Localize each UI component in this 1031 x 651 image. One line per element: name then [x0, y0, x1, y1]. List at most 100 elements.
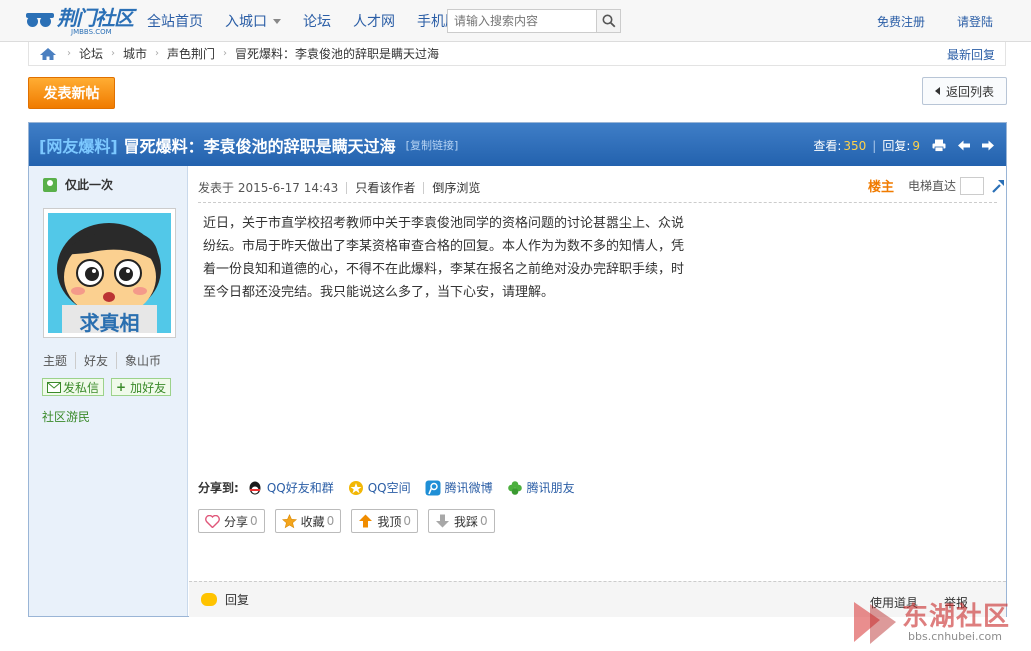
logo-subtext: JMBBS.COM [71, 28, 112, 36]
upvote-button-label: 我顶 [377, 514, 402, 529]
thumbs-down-arrow-icon [435, 514, 450, 528]
author-name[interactable]: 仅此一次 [65, 176, 113, 193]
top-bar: 荆门社区 JMBBS.COM 全站首页 入城口 论坛 人才网 手机版 免费注册 … [0, 0, 1031, 42]
avatar[interactable]: 求真相 [43, 208, 176, 338]
only-author-link[interactable]: 只看该作者 [355, 179, 415, 196]
search-button[interactable] [596, 10, 620, 32]
watermark: 东湖社区 bbs.cnhubei.com [850, 596, 1030, 651]
nav-home[interactable]: 全站首页 [147, 11, 203, 31]
nav-forum[interactable]: 论坛 [303, 11, 331, 31]
author-sidebar: 仅此一次 求真相 主题 好友 象山币 发私信 + 加好友 社区游民 [29, 166, 188, 616]
author-status: 仅此一次 [43, 176, 113, 193]
send-message-button[interactable]: 发私信 [42, 378, 105, 396]
post-content: 近日，关于市直学校招考教师中关于李袁俊池同学的资格问题的讨论甚嚣尘上、众说 纷纭… [203, 212, 723, 304]
logo-mark-icon [26, 11, 54, 31]
share-label: 分享到: [198, 481, 239, 495]
breadcrumb-city[interactable]: 城市 [123, 45, 147, 62]
add-friend-button[interactable]: + 加好友 [111, 378, 172, 396]
favorite-button[interactable]: 收藏 0 [274, 509, 342, 533]
copy-link-button[interactable]: [复制链接] [406, 137, 459, 153]
latest-replies-link[interactable]: 最新回复 [947, 46, 995, 63]
reverse-order-link[interactable]: 倒序浏览 [432, 179, 480, 196]
thread-title: 冒死爆料：李袁俊池的辞职是瞒天过海 [123, 136, 396, 156]
favorite-count: 0 [326, 514, 335, 528]
share-button[interactable]: 分享 0 [198, 509, 265, 533]
thread-panel: [网友爆料] 冒死爆料：李袁俊池的辞职是瞒天过海 [复制链接] 查看: 350 … [28, 122, 1007, 617]
nav-city-label: 入城口 [225, 14, 267, 30]
floor-label: 楼主 [867, 180, 894, 195]
upvote-button[interactable]: 我顶 0 [351, 509, 418, 533]
breadcrumb-thread[interactable]: 冒死爆料：李袁俊池的辞职是瞒天过海 [235, 45, 439, 62]
share-tencent-weibo[interactable]: 腾讯微博 [425, 479, 493, 496]
thread-stats: 查看: 350 | 回复: 9 [813, 137, 994, 154]
thread-title-bar: [网友爆料] 冒死爆料：李袁俊池的辞职是瞒天过海 [复制链接] 查看: 350 … [29, 123, 1006, 166]
downvote-button-label: 我踩 [453, 514, 478, 529]
new-post-button[interactable]: 发表新帖 [28, 77, 115, 109]
post-timestamp: 发表于 2015-6-17 14:43 [198, 181, 339, 195]
thread-tag[interactable]: [网友爆料] [39, 133, 118, 157]
site-logo[interactable]: 荆门社区 JMBBS.COM [26, 6, 134, 36]
search-input[interactable] [448, 10, 596, 32]
prev-thread-icon[interactable] [958, 140, 970, 151]
search-icon [602, 14, 615, 28]
reply-bubble-icon [201, 593, 217, 606]
arrow-left-icon [934, 87, 940, 95]
breadcrumb-forum[interactable]: 论坛 [79, 45, 103, 62]
login-link[interactable]: 请登陆 [957, 13, 993, 30]
views-count: 350 [843, 138, 867, 153]
main-nav: 全站首页 入城口 论坛 人才网 手机版 [147, 0, 481, 42]
watermark-text: 东湖社区 [902, 602, 1011, 632]
post-line: 纷纭。市局于昨天做出了李某资格审查合格的回复。本人作为为数不多的知情人，凭 [203, 239, 685, 254]
home-icon[interactable] [39, 47, 57, 61]
replies-count: 9 [912, 138, 920, 153]
thumbs-up-arrow-icon [358, 514, 373, 528]
stats-divider: | [872, 138, 877, 153]
author-stats: 主题 好友 象山币 [43, 352, 169, 369]
reply-link[interactable]: 回复 [225, 591, 249, 608]
jump-to-floor-label: 电梯直达 [907, 179, 956, 193]
jump-to-floor-input[interactable] [960, 176, 984, 195]
favorite-button-label: 收藏 [300, 514, 325, 529]
watermark-logo-icon [854, 602, 896, 644]
heart-icon [205, 514, 220, 528]
register-link[interactable]: 免费注册 [877, 13, 925, 30]
nav-city-entrance[interactable]: 入城口 [225, 11, 281, 31]
tencent-weibo-icon [425, 480, 441, 495]
logo-text: 荆门社区 [57, 6, 134, 30]
go-icon[interactable] [990, 178, 1006, 194]
print-icon[interactable] [932, 139, 946, 152]
share-qq-friends[interactable]: QQ好友和群 [247, 479, 334, 496]
breadcrumb-separator-icon: › [155, 48, 160, 59]
post-line: 至今日都还没完结。我只能说这么多了，当下心安，请理解。 [203, 285, 555, 300]
share-tencent-friends[interactable]: 腾讯朋友 [507, 479, 575, 496]
author-stat-friends[interactable]: 好友 [75, 352, 116, 369]
share-qzone[interactable]: QQ空间 [348, 479, 411, 496]
share-tencent-friends-label: 腾讯朋友 [526, 481, 575, 495]
post-meta: 发表于 2015-6-17 14:43 只看该作者 倒序浏览 [198, 179, 480, 196]
breadcrumb-separator-icon: › [223, 48, 228, 59]
author-stat-topics[interactable]: 主题 [43, 352, 75, 369]
nav-jobs[interactable]: 人才网 [353, 11, 395, 31]
user-group[interactable]: 社区游民 [42, 408, 90, 425]
watermark-url: bbs.cnhubei.com [908, 630, 1002, 643]
author-stat-coins[interactable]: 象山币 [116, 352, 169, 369]
back-to-list-button[interactable]: 返回列表 [922, 77, 1007, 105]
post-floor-bar: 楼主 电梯直达 [868, 176, 1006, 195]
breadcrumb-board[interactable]: 声色荆门 [167, 45, 215, 62]
send-message-label: 发私信 [63, 380, 100, 395]
back-to-list-label: 返回列表 [945, 84, 994, 99]
next-thread-icon[interactable] [982, 140, 994, 151]
downvote-count: 0 [479, 514, 488, 528]
post-actions: 分享 0 收藏 0 我顶 0 我踩 0 [198, 509, 505, 533]
meta-divider [423, 181, 425, 194]
upvote-count: 0 [403, 514, 411, 528]
avatar-caption: 求真相 [79, 311, 140, 333]
downvote-button[interactable]: 我踩 0 [427, 509, 495, 533]
post-divider [198, 202, 997, 203]
replies-label: 回复: [882, 139, 911, 153]
star-icon [281, 513, 297, 529]
share-qzone-label: QQ空间 [367, 481, 411, 495]
share-qq-friends-label: QQ好友和群 [266, 481, 334, 495]
user-online-icon [43, 177, 57, 192]
plus-icon: + [116, 380, 127, 394]
